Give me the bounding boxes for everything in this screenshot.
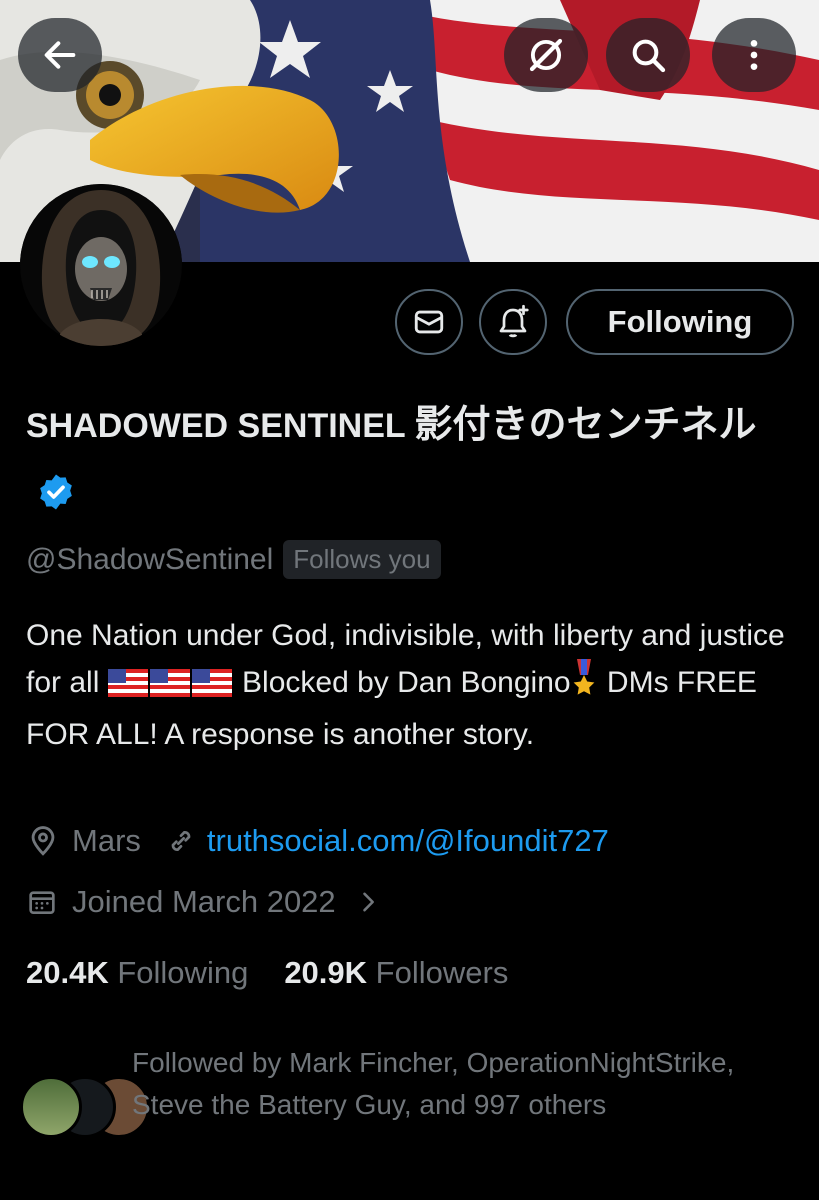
following-button-label: Following: [607, 304, 753, 339]
link-icon: [171, 831, 191, 851]
following-stat[interactable]: 20.4K Following: [26, 955, 248, 991]
location-pin-icon: [31, 826, 55, 856]
medal-icon: [571, 659, 597, 711]
display-name-jp: 影付きのセンチネル: [414, 402, 757, 446]
search-icon: [632, 39, 666, 73]
follow-stats: 20.4K Following 20.9K Followers: [26, 955, 508, 991]
joined-text: Joined March 2022: [72, 884, 336, 919]
us-flag-icon: [107, 664, 148, 711]
location-website-row: Mars truthsocial.com/@Ifoundit727: [26, 823, 609, 859]
followers-count: 20.9K: [284, 955, 368, 990]
following-stat-label: Following: [117, 955, 249, 990]
arrow-left-icon: [44, 41, 76, 69]
following-button[interactable]: Following: [566, 289, 794, 355]
bio: One Nation under God, indivisible, with …: [26, 612, 796, 758]
grok-button[interactable]: [504, 18, 588, 92]
search-button[interactable]: [606, 18, 690, 92]
followers-stat[interactable]: 20.9K Followers: [284, 955, 508, 991]
grok-slash-icon: [529, 38, 563, 72]
bell-plus-icon: [499, 304, 529, 338]
location-text: Mars: [72, 823, 141, 858]
mail-icon: [414, 310, 444, 334]
followed-by-text[interactable]: Followed by Mark Fincher, OperationNight…: [132, 1042, 812, 1126]
more-vertical-icon: [750, 40, 758, 70]
back-button[interactable]: [18, 18, 102, 92]
verified-badge-icon[interactable]: [36, 465, 76, 538]
handle: @ShadowSentinel: [26, 542, 274, 576]
followers-stat-label: Followers: [375, 955, 509, 990]
us-flag-icon: [149, 664, 190, 711]
display-name-en: SHADOWED SENTINEL: [26, 407, 406, 445]
message-button[interactable]: [395, 289, 463, 355]
chevron-right-icon: [362, 892, 374, 912]
website-link[interactable]: truthsocial.com/@Ifoundit727: [207, 823, 609, 859]
follows-you-badge: Follows you: [283, 540, 441, 579]
handle-row: @ShadowSentinel Follows you: [26, 540, 441, 579]
display-name: SHADOWED SENTINEL 影付きのセンチネル: [26, 388, 796, 538]
bio-text-2: Blocked by Dan Bongino: [233, 666, 571, 699]
notifications-button[interactable]: [479, 289, 547, 355]
following-count: 20.4K: [26, 955, 109, 990]
calendar-icon: [29, 891, 55, 914]
joined-row[interactable]: Joined March 2022: [26, 884, 382, 920]
us-flag-icon: [191, 664, 232, 711]
avatar: [20, 1076, 82, 1138]
more-button[interactable]: [712, 18, 796, 92]
avatar[interactable]: [20, 184, 182, 346]
